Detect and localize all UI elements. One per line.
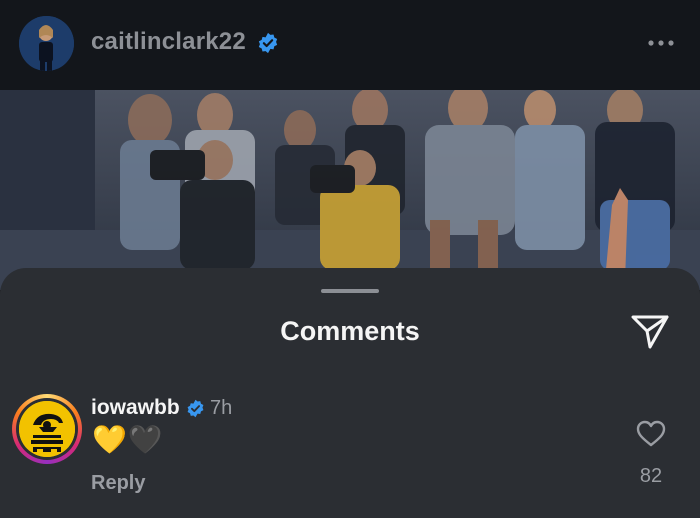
verified-badge-icon — [258, 32, 278, 54]
like-count: 82 — [639, 465, 663, 487]
reply-button[interactable]: Reply — [91, 472, 145, 495]
iowa-hawkeyes-logo — [19, 401, 75, 457]
more-horizontal-icon[interactable] — [645, 30, 677, 56]
verified-badge-icon — [187, 399, 204, 418]
send-icon[interactable] — [630, 312, 670, 350]
comment-username[interactable]: iowawbb — [91, 396, 180, 420]
post-username[interactable]: caitlinclark22 — [91, 28, 246, 56]
comment-timestamp: 7h — [210, 397, 233, 419]
post-author-avatar[interactable] — [19, 16, 74, 71]
comment-text: 💛🖤 — [92, 424, 164, 455]
post-header: caitlinclark22 — [0, 0, 700, 90]
avatar-image — [19, 16, 74, 71]
heart-like-icon[interactable] — [636, 420, 666, 448]
hawkeye-logo-icon — [19, 401, 75, 457]
sheet-title: Comments — [280, 316, 420, 346]
post-photo — [0, 90, 700, 290]
crowd-photo-image — [0, 90, 700, 290]
comment-author-avatar[interactable] — [12, 394, 82, 464]
sheet-drag-handle[interactable] — [321, 289, 379, 293]
